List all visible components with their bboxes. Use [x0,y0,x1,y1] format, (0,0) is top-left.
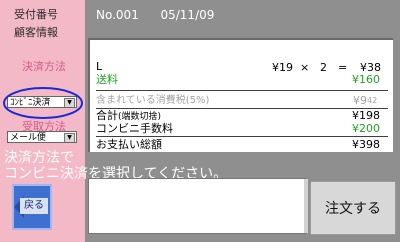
subtotal-value: ¥198 [352,109,380,122]
unit-price: ¥19 [272,61,293,74]
message-box[interactable] [88,178,306,234]
chevron-down-icon[interactable]: ▼ [64,133,75,142]
times-sign: × [300,61,310,74]
subtotal-text: 合計 [96,109,118,122]
divider [96,90,388,91]
quantity: 2 [320,61,327,74]
order-number: No.001 [96,8,139,22]
order-info: No.001 05/11/09 [96,8,214,22]
shipping-label: 送料 [96,73,118,86]
equals-sign: = [338,61,348,74]
receipt-panel: L ¥19 × 2 = ¥38 送料 ¥160 含まれている消費税(5%) ¥9… [88,38,393,152]
shipping-value: ¥160 [352,73,380,86]
message-scrollbar[interactable] [304,179,308,233]
fee-value: ¥200 [352,122,380,135]
item-code: L [96,60,103,73]
tax-decimal: 42 [367,96,378,105]
divider [96,136,388,137]
highlight-circle [3,87,83,119]
back-label: 戻る [20,198,48,214]
divider [96,108,388,109]
tax-label: 含まれている消費税(5%) [96,95,210,106]
customer-info-label: 顧客情報 [14,26,58,39]
receive-method-select[interactable]: メール便 ▼ [7,131,77,143]
payment-method-label: 決済方法 [22,60,66,73]
back-button[interactable]: 戻る [12,184,52,230]
tax-value: ¥942 [353,95,377,107]
subtotal-note: (端数切捨) [118,112,162,122]
order-button[interactable]: 注文する [310,181,396,235]
total-value: ¥398 [352,138,380,151]
order-date: 05/11/09 [160,8,215,22]
fee-label: コンビニ手数料 [96,122,173,135]
tax-integer: ¥9 [353,94,367,107]
message-line-1: 決済方法で [4,150,74,166]
reception-number-label: 受付番号 [14,8,58,21]
receive-method-value: メール便 [10,133,47,143]
